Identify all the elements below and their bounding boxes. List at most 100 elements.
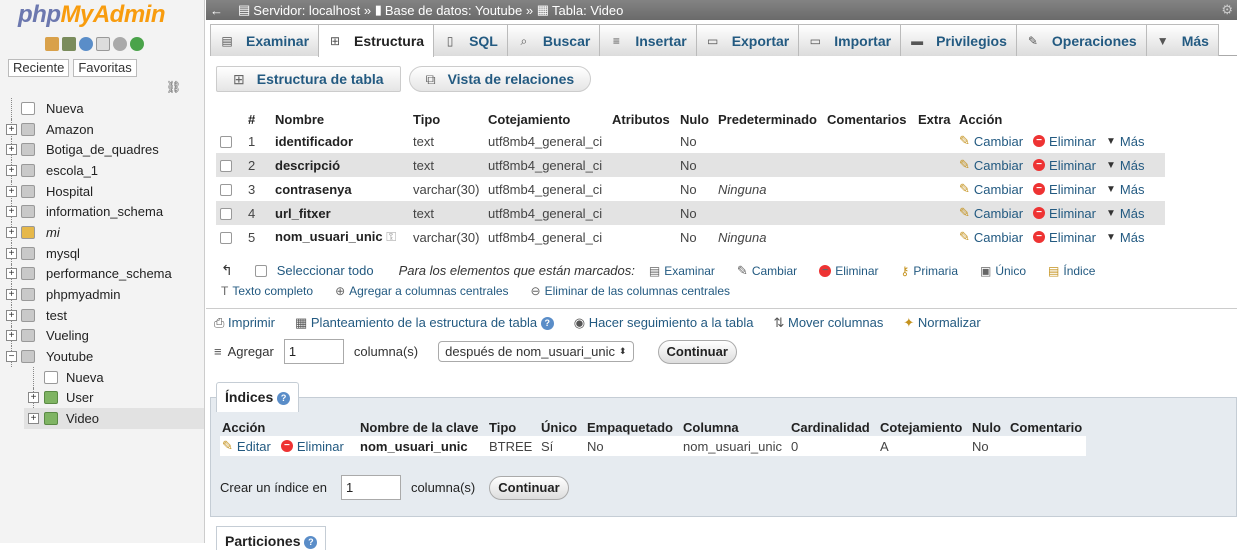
remove-central-icon: ⊖: [530, 284, 541, 298]
change-link[interactable]: Cambiar: [974, 182, 1023, 197]
select-all-label[interactable]: Seleccionar todo: [277, 263, 374, 278]
track-table-link[interactable]: Hacer seguimiento a la tabla: [589, 315, 754, 330]
tree-item-table-user[interactable]: + User: [0, 387, 204, 409]
bulk-browse[interactable]: Examinar: [664, 264, 715, 278]
bulk-add-central[interactable]: Agregar a columnas centrales: [349, 284, 508, 298]
more-link[interactable]: Más: [1120, 158, 1145, 173]
gear-icon[interactable]: ⚙: [1221, 2, 1233, 18]
row-checkbox[interactable]: [220, 160, 232, 173]
link-icon[interactable]: ⛓: [166, 80, 181, 94]
row-checkbox[interactable]: [220, 208, 232, 221]
change-link[interactable]: Cambiar: [974, 230, 1023, 245]
tab-export[interactable]: ▭ Exportar: [695, 24, 800, 56]
move-columns-link[interactable]: Mover columnas: [788, 315, 883, 330]
chevron-down-icon[interactable]: ▼: [1106, 208, 1116, 219]
reload-icon[interactable]: [130, 37, 144, 51]
more-link[interactable]: Más: [1120, 182, 1145, 197]
add-columns-count-input[interactable]: 1: [283, 339, 344, 364]
tab-search[interactable]: ⌕ Buscar: [506, 24, 601, 56]
chevron-down-icon[interactable]: ▼: [1106, 160, 1116, 171]
tab-browse[interactable]: ▤ Examinar: [210, 24, 320, 56]
column-position-select[interactable]: después de nom_usuari_unic ⬍: [438, 341, 634, 362]
tree-item-db[interactable]: + mysql: [0, 242, 204, 264]
chevron-down-icon[interactable]: ▼: [1106, 136, 1116, 147]
bulk-remove-central[interactable]: Eliminar de las columnas centrales: [545, 284, 730, 298]
tree-item-db[interactable]: + Hospital: [0, 180, 204, 202]
tab-structure[interactable]: ⊞ Estructura: [318, 24, 435, 57]
bulk-primary[interactable]: Primaria: [913, 264, 958, 278]
drop-link[interactable]: Eliminar: [1049, 182, 1096, 197]
eye-icon: ◉: [573, 315, 586, 330]
col-header-name[interactable]: Nombre: [271, 110, 409, 129]
more-link[interactable]: Más: [1120, 206, 1145, 221]
home-icon[interactable]: [45, 37, 59, 51]
bulk-fulltext[interactable]: Texto completo: [232, 284, 313, 298]
drop-link[interactable]: Eliminar: [1049, 134, 1096, 149]
bulk-unique[interactable]: Único: [995, 264, 1026, 278]
tree-item-db[interactable]: + phpmyadmin: [0, 284, 204, 305]
print-link[interactable]: Imprimir: [228, 315, 275, 330]
drop-link[interactable]: Eliminar: [1049, 230, 1096, 245]
favorites-tab[interactable]: Favoritas: [73, 59, 137, 77]
select-all-checkbox[interactable]: [254, 264, 267, 277]
wand-icon: ✦: [903, 315, 915, 330]
docs-icon[interactable]: [96, 37, 110, 51]
tree-item-db[interactable]: + Vueling: [0, 325, 204, 347]
change-link[interactable]: Cambiar: [974, 206, 1023, 221]
row-checkbox[interactable]: [220, 232, 232, 245]
tree-item-new[interactable]: Nueva: [0, 98, 204, 119]
tree-item-new-table[interactable]: Nueva: [0, 366, 204, 388]
tree-item-table-video[interactable]: + Video: [24, 408, 204, 429]
tab-more[interactable]: ▼ Más: [1145, 24, 1219, 56]
change-link[interactable]: Cambiar: [974, 158, 1023, 173]
row-checkbox[interactable]: [220, 184, 232, 197]
bulk-index[interactable]: Índice: [1063, 264, 1095, 278]
more-link[interactable]: Más: [1120, 134, 1145, 149]
add-columns-continue-button[interactable]: Continuar: [657, 339, 737, 364]
tab-import[interactable]: ▭ Importar: [798, 24, 902, 56]
tree-item-db[interactable]: + mi: [0, 222, 204, 243]
breadcrumb-server[interactable]: Servidor: localhost: [253, 3, 360, 18]
help-icon[interactable]: ?: [540, 317, 554, 331]
create-index-count-input[interactable]: 1: [340, 475, 401, 500]
tab-sql[interactable]: ▯ SQL: [433, 24, 508, 56]
row-checkbox[interactable]: [220, 136, 232, 149]
tree-item-db[interactable]: + escola_1: [0, 160, 204, 181]
exit-icon[interactable]: [62, 37, 76, 51]
drop-link[interactable]: Eliminar: [1049, 158, 1096, 173]
help-icon[interactable]: [79, 37, 93, 51]
chevron-down-icon[interactable]: ▼: [1106, 232, 1116, 243]
tree-item-db[interactable]: + test: [0, 304, 204, 326]
phpmyadmin-logo[interactable]: phpMyAdmin: [18, 1, 165, 29]
drop-link[interactable]: Eliminar: [1049, 206, 1096, 221]
settings-icon[interactable]: [113, 37, 127, 51]
edit-index-link[interactable]: Editar: [237, 439, 271, 454]
tree-item-db[interactable]: + performance_schema: [0, 263, 204, 285]
tree-item-db[interactable]: + information_schema: [0, 201, 204, 223]
create-index-continue-button[interactable]: Continuar: [489, 475, 569, 500]
chevron-down-icon[interactable]: ▼: [1106, 184, 1116, 195]
bulk-drop[interactable]: Eliminar: [835, 264, 878, 278]
back-arrow-icon[interactable]: ←: [210, 3, 224, 18]
tree-item-db[interactable]: + Amazon: [0, 118, 204, 140]
relation-view-button[interactable]: ⧉ Vista de relaciones: [408, 66, 592, 92]
more-link[interactable]: Más: [1120, 230, 1145, 245]
drop-index-link[interactable]: Eliminar: [297, 439, 344, 454]
help-icon[interactable]: ?: [277, 391, 291, 405]
breadcrumb-table[interactable]: Tabla: Video: [552, 3, 623, 18]
tab-operations[interactable]: ✎ Operaciones: [1015, 24, 1147, 56]
propose-structure-link[interactable]: Planteamiento de la estructura de tabla: [311, 315, 537, 330]
tree-item-youtube[interactable]: − Youtube: [0, 346, 204, 367]
change-link[interactable]: Cambiar: [974, 134, 1023, 149]
browse-icon: ▤: [648, 263, 661, 278]
tab-privileges[interactable]: ▬ Privilegios: [900, 24, 1017, 56]
add-column-icon: ≡: [214, 344, 222, 359]
table-structure-button[interactable]: ⊞ Estructura de tabla: [216, 66, 401, 92]
recent-tab[interactable]: Reciente: [8, 59, 70, 77]
normalize-link[interactable]: Normalizar: [918, 315, 981, 330]
help-icon[interactable]: ?: [304, 535, 318, 549]
breadcrumb-database[interactable]: Base de datos: Youtube: [385, 3, 522, 18]
bulk-change[interactable]: Cambiar: [752, 264, 797, 278]
tree-item-db[interactable]: + Botiga_de_quadres: [0, 139, 204, 161]
tab-insert[interactable]: ≡ Insertar: [599, 24, 697, 56]
